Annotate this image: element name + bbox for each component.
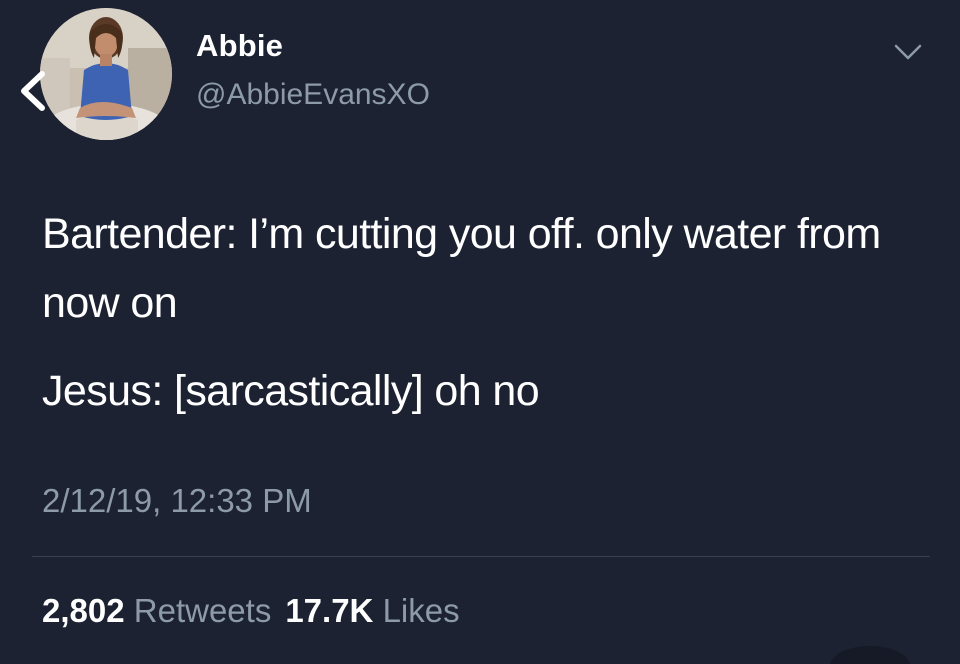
chevron-down-icon	[894, 44, 922, 60]
tweet-line-2: Jesus: [sarcastically] oh no	[42, 367, 540, 415]
back-button[interactable]	[12, 66, 52, 116]
retweets-label: Retweets	[133, 592, 272, 629]
likes-stat[interactable]: 17.7K Likes	[285, 592, 459, 629]
avatar[interactable]	[40, 8, 172, 140]
user-handle[interactable]: @AbbieEvansXO	[196, 78, 430, 112]
divider	[32, 556, 930, 557]
tweet-menu-button[interactable]	[888, 38, 928, 68]
retweets-count: 2,802	[42, 592, 125, 629]
display-name[interactable]: Abbie	[196, 28, 283, 64]
tweet-body: Bartender: I’m cutting you off. only wat…	[42, 200, 922, 426]
likes-label: Likes	[382, 592, 460, 629]
tweet-timestamp[interactable]: 2/12/19, 12:33 PM	[42, 482, 312, 520]
tweet-stats: 2,802 Retweets 17.7K Likes	[42, 592, 460, 630]
corner-shadow	[830, 646, 910, 664]
tweet-card: Abbie @AbbieEvansXO Bartender: I’m cutti…	[0, 0, 960, 664]
tweet-line-1: Bartender: I’m cutting you off. only wat…	[42, 210, 881, 327]
retweets-stat[interactable]: 2,802 Retweets	[42, 592, 271, 629]
likes-count: 17.7K	[285, 592, 374, 629]
chevron-left-icon	[21, 71, 45, 111]
avatar-photo	[40, 8, 172, 140]
